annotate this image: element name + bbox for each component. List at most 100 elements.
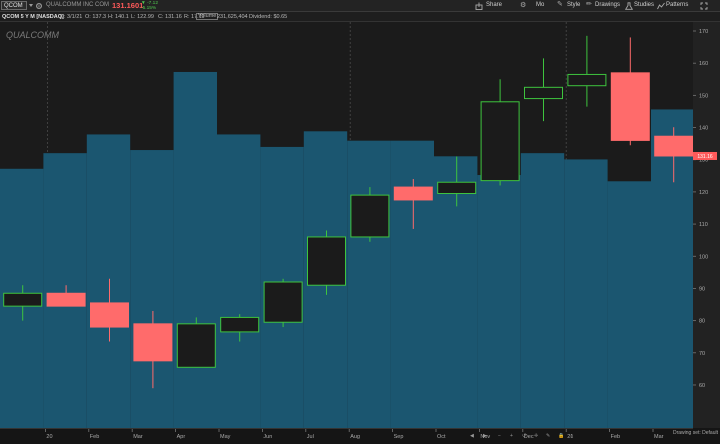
price-tick-label: 110 — [699, 222, 708, 228]
candle-up — [307, 236, 346, 286]
gear-icon[interactable] — [35, 2, 43, 10]
bar-high: H: 140.1 — [108, 14, 129, 20]
volume-bar — [434, 156, 478, 428]
volume-bar — [86, 134, 131, 428]
zoom-in-icon[interactable]: + — [510, 433, 513, 439]
crosshair-icon[interactable]: ✛ — [534, 433, 538, 439]
price-tick-label: 140 — [699, 126, 708, 132]
volume-bar — [477, 175, 521, 428]
price-change-percent: -5.15% — [141, 6, 157, 11]
drawing-set-label[interactable]: Drawing set: Default — [673, 430, 718, 436]
price-tick-label: 60 — [699, 383, 705, 389]
candle-up — [480, 101, 520, 182]
candle-down — [90, 302, 129, 328]
style-button[interactable]: Style — [567, 2, 580, 8]
volume-bar — [520, 153, 565, 428]
pencil-icon[interactable]: ✏ — [586, 1, 592, 8]
lock-icon[interactable]: 🔒 — [558, 433, 564, 439]
mo-button[interactable]: Mo — [536, 2, 544, 8]
flask-icon[interactable] — [625, 2, 633, 10]
price-chart[interactable]: QUALCOMM — [0, 22, 693, 428]
price-axis[interactable]: 17016015014013012011010090807060 131.16 — [693, 22, 720, 428]
quote-info-bar: QCOM 5 Y M [NASDAQ] D: 3/1/21 O: 137.3 H… — [0, 12, 720, 22]
time-tick-label: Jun — [263, 434, 272, 440]
candle-up — [263, 281, 303, 323]
time-tick-label: Mar — [654, 434, 664, 440]
last-price-tag: 131.16 — [693, 151, 717, 160]
candle-down — [610, 72, 650, 141]
candle-up — [567, 73, 607, 87]
bar-low: L: 122.99 — [131, 14, 154, 20]
time-tick-label: May — [220, 434, 231, 440]
candle-down — [46, 292, 86, 307]
nav-prev-icon[interactable]: ◀ — [470, 433, 474, 439]
chart-window: QCOM QUALCOMM INC COM 131.1601 ▼ -7.12 -… — [0, 0, 720, 444]
volume-bar — [130, 150, 174, 428]
volume-bar — [564, 159, 608, 428]
company-name: QUALCOMM INC COM — [46, 2, 109, 8]
time-tick-label: Oct — [437, 434, 446, 440]
volume-bar — [607, 181, 651, 428]
settings-gear-icon[interactable]: ⚙ — [520, 2, 526, 9]
top-toolbar: QCOM QUALCOMM INC COM 131.1601 ▼ -7.12 -… — [0, 0, 720, 12]
brush-icon[interactable]: ✎ — [557, 1, 563, 8]
candle-up — [350, 194, 390, 238]
volume-value: 231,625,404 — [217, 14, 248, 20]
volume-bar — [651, 109, 693, 428]
patterns-button[interactable]: Patterns — [666, 2, 688, 8]
drawing-tool-icon[interactable]: ✎ — [546, 433, 550, 439]
time-tick-label: Feb — [90, 434, 99, 440]
candle-up — [524, 86, 563, 100]
studies-button[interactable]: Studies — [634, 2, 654, 8]
volume-bar — [43, 153, 87, 428]
price-tick-label: 100 — [699, 254, 708, 260]
volume-bar — [347, 140, 391, 428]
price-tick-label: 90 — [699, 286, 705, 292]
candle-up — [176, 323, 216, 368]
dividend: Dividend: $0.65 — [249, 14, 288, 20]
bar-open: O: 137.3 — [85, 14, 107, 20]
time-tick-label: 20 — [46, 434, 52, 440]
volume-label[interactable]: Volume — [196, 13, 219, 20]
nav-next-icon[interactable]: ▶ — [483, 433, 487, 439]
time-tick-label: Feb — [611, 434, 620, 440]
price-tick-label: 170 — [699, 29, 708, 35]
price-tick-label: 150 — [699, 93, 708, 99]
bar-date: D: 3/1/21 — [60, 14, 83, 20]
svg-text:131.16: 131.16 — [697, 154, 713, 160]
last-price: 131.1601 — [112, 1, 144, 10]
time-tick-label: Apr — [177, 434, 186, 440]
magnet-icon[interactable]: ∩ — [570, 433, 574, 439]
watermark-logo: QUALCOMM — [6, 30, 60, 40]
zoom-out-icon[interactable]: − — [498, 433, 501, 439]
reset-zoom-icon[interactable]: ↺ — [522, 433, 526, 439]
bar-close: C: 131.16 — [158, 14, 182, 20]
symbol-input[interactable]: QCOM — [1, 1, 27, 10]
candle-up — [220, 316, 260, 333]
maximize-icon[interactable] — [700, 2, 708, 10]
price-tick-label: 120 — [699, 190, 708, 196]
pattern-icon[interactable] — [657, 2, 665, 10]
candle-down — [133, 323, 173, 362]
time-tick-label: Jul — [307, 434, 314, 440]
price-tick-label: 70 — [699, 351, 705, 357]
price-tick-label: 160 — [699, 61, 708, 67]
share-icon[interactable] — [475, 2, 483, 10]
time-tick-label: Mar — [133, 434, 143, 440]
drawings-button[interactable]: Drawings — [595, 2, 620, 8]
time-tick-label: Sep — [394, 434, 404, 440]
candle-up — [3, 292, 43, 307]
time-tick-label: Aug — [350, 434, 360, 440]
volume-bar — [173, 71, 217, 428]
price-change: ▼ -7.12 -5.15% — [141, 1, 158, 11]
candle-down — [654, 135, 693, 157]
volume-bar — [390, 140, 434, 428]
symbol-dropdown-icon[interactable] — [29, 4, 33, 7]
time-axis[interactable]: 20 Feb Mar Apr May Jun Jul Aug Sep Oct Nov Dec 21 Feb… — [0, 428, 693, 444]
share-button[interactable]: Share — [486, 2, 502, 8]
candle-down — [393, 186, 433, 201]
volume-bar — [217, 134, 261, 428]
candle-up — [437, 181, 477, 195]
study-title: QCOM 5 Y M [NASDAQ] — [2, 14, 64, 20]
price-tick-label: 80 — [699, 319, 705, 325]
